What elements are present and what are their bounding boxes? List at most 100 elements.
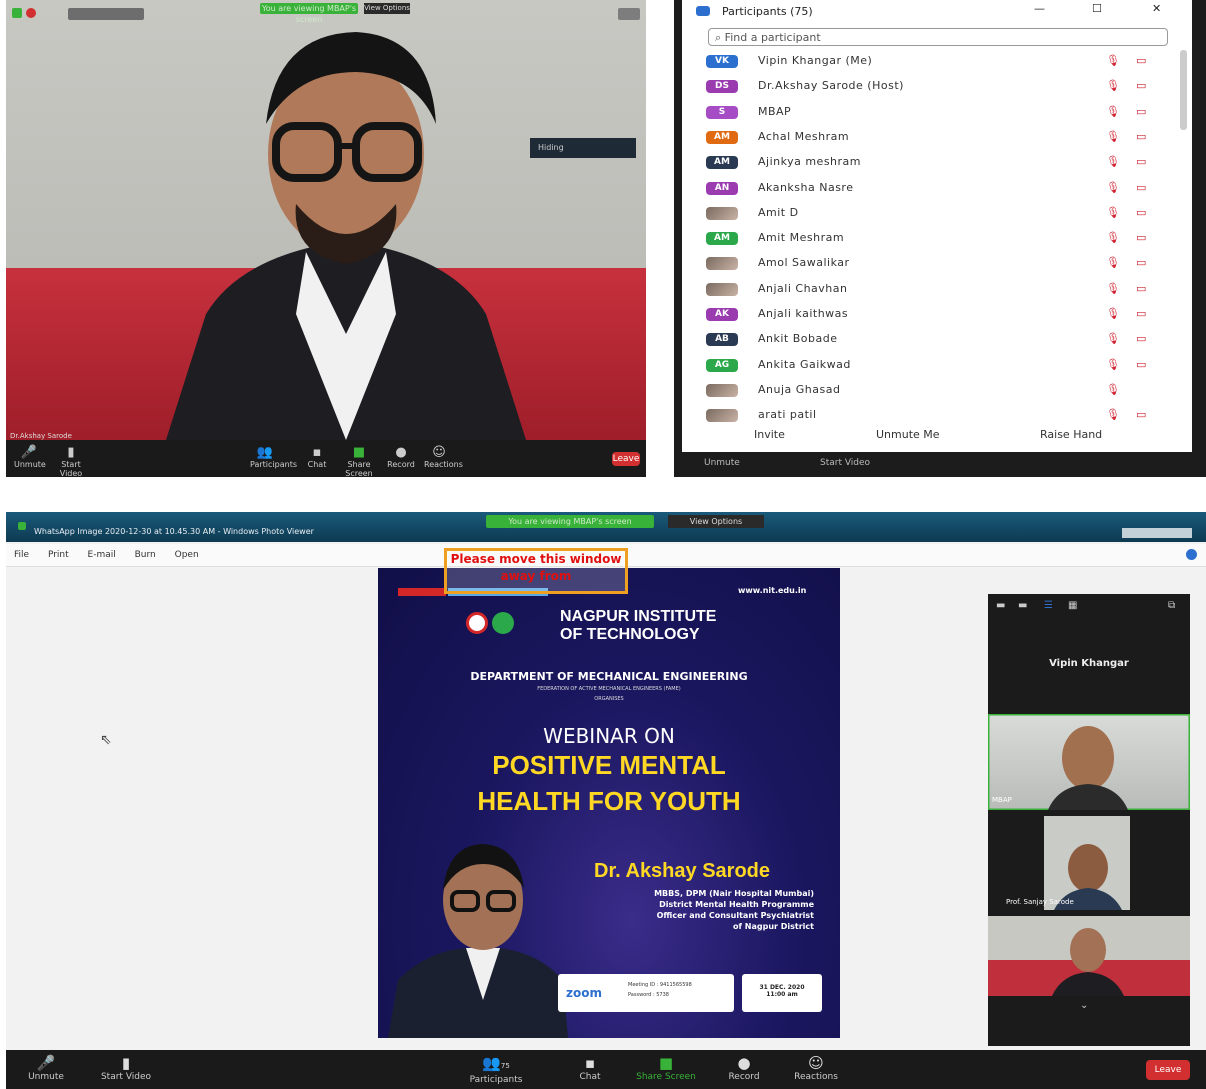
share-screen-button[interactable]: ■ Share Screen [634,1054,698,1086]
help-icon[interactable] [1186,549,1197,560]
participant-row[interactable]: AG Ankita Gaikwad 🎙 ▭ [706,354,1176,376]
participant-row[interactable]: VK Vipin Khangar (Me) 🎙 ▭ [706,50,1176,72]
poster-website: www.nit.edu.in [738,586,807,595]
video-name-tag: Dr.Akshay Sarode [10,432,72,440]
video-off-icon: ▭ [1136,104,1147,118]
participants-button[interactable]: 👥75 Participants [466,1054,526,1086]
hover-label: Hiding [530,138,636,158]
menu-print[interactable]: Print [48,550,69,560]
speaker-info-line: of Nagpur District [733,922,814,931]
reactions-button[interactable]: ☺ Reactions [790,1054,842,1086]
view-options-button[interactable]: View Options [668,515,764,528]
unmute-me-button[interactable]: Unmute Me [876,422,940,448]
gallery-minimize-icon[interactable]: ▬ [996,600,1005,611]
tile-person [1044,816,1130,910]
shield-icon [12,8,22,18]
raise-hand-button[interactable]: Raise Hand [1040,422,1102,448]
chevron-down-icon[interactable]: ⌄ [1080,1000,1088,1011]
muted-mic-icon: 🎙 [1106,256,1120,270]
record-button[interactable]: ● Record [724,1054,764,1086]
leave-button[interactable]: Leave [1146,1060,1190,1080]
participant-row[interactable]: AK Anjali kaithwas 🎙 ▭ [706,303,1176,325]
zoom-logo: zoom [566,986,602,1000]
leave-button[interactable]: Leave [612,452,640,466]
department-name: DEPARTMENT OF MECHANICAL ENGINEERING [470,670,748,683]
menu-email[interactable]: E-mail [88,550,116,560]
participant-avatar: AK [706,308,738,321]
emblem-logo [492,612,514,634]
search-input[interactable]: ⌕ Find a participant [708,28,1168,46]
video-off-icon: ▭ [1136,231,1147,245]
participant-row[interactable]: AB Ankit Bobade 🎙 ▭ [706,328,1176,350]
scrollbar[interactable] [1180,50,1187,130]
participant-row[interactable]: AM Achal Meshram 🎙 ▭ [706,126,1176,148]
webinar-poster: www.nit.edu.in NAGPUR INSTITUTE OF TECHN… [378,568,840,1038]
participant-row[interactable]: Anjali Chavhan 🎙 ▭ [706,278,1176,300]
invite-button[interactable]: Invite [754,422,785,448]
behind-unmute-label: Unmute [704,458,740,468]
speaker-info: MBBS, DPM (Nair Hospital Mumbai) Distric… [574,888,814,932]
reactions-button[interactable]: ☺ Reactions [424,445,463,472]
participants-footer: Invite Unmute Me Raise Hand [682,422,1192,452]
close-icon[interactable]: ✕ [1152,2,1161,15]
minimize-icon[interactable]: — [1034,2,1045,15]
gallery-popout-icon[interactable]: ⧉ [1168,600,1175,611]
participants-window-icon [696,6,710,16]
participant-name: Akanksha Nasre [758,180,854,194]
chat-button[interactable]: ▪ Chat [572,1054,608,1086]
record-dot-icon: ● [737,1054,751,1072]
view-options-button[interactable]: View Options [364,3,410,14]
muted-mic-icon: 🎙 [1106,180,1120,194]
start-video-button[interactable]: ▮ Start Video [56,446,86,478]
participant-name: Dr.Akshay Sarode (Host) [758,79,904,93]
tile-name-prof: Prof. Sanjay Sarode [1006,898,1074,906]
reactions-icon: ☺ [432,445,446,460]
participants-button[interactable]: 👥 Participants [250,446,297,472]
participant-avatar: AM [706,232,738,246]
video-tile-mbap[interactable]: MBAP [986,712,1192,812]
unmute-button[interactable]: 🎤 Unmute [26,1054,66,1086]
participant-row[interactable]: AN Akanksha Nasre 🎙 ▭ [706,177,1176,199]
viewing-banner: You are viewing MBAP's screen [260,3,358,24]
date-card: 31 DEC. 2020 11:00 am [742,974,822,1012]
participant-avatar [706,383,738,397]
unmute-button[interactable]: 🎤 Unmute [14,446,46,472]
speaker-info-line: MBBS, DPM (Nair Hospital Mumbai) [654,889,814,898]
participant-row[interactable]: Amol Sawalikar 🎙 ▭ [706,252,1176,274]
start-video-button[interactable]: ▮ Start Video [98,1054,154,1086]
menu-burn[interactable]: Burn [135,550,156,560]
share-screen-button[interactable]: ■ Share Screen [344,446,374,478]
topic-line1: POSITIVE MENTAL [492,750,726,780]
menu-file[interactable]: File [14,550,29,560]
muted-mic-icon: 🎙 [1106,129,1120,143]
viewing-banner: You are viewing MBAP's screen [486,515,654,528]
record-button[interactable]: ● Record [386,446,416,472]
window-controls[interactable] [1122,528,1192,538]
video-tile-prof[interactable]: Prof. Sanjay Sarode [988,816,1190,910]
chat-icon: ▪ [312,445,322,460]
speaker-info-line: District Mental Health Programme [659,900,814,909]
participant-row[interactable]: Amit D 🎙 ▭ [706,202,1176,224]
participant-avatar [706,282,738,296]
view-toggle-icon[interactable] [618,8,640,20]
participant-row[interactable]: AM Ajinkya meshram 🎙 ▭ [706,151,1176,173]
speaker-info-line: Officer and Consultant Psychiatrist [656,911,814,920]
participant-row[interactable]: DS Dr.Akshay Sarode (Host) 🎙 ▭ [706,75,1176,97]
webinar-date: 31 DEC. 2020 [759,984,805,991]
menu-open[interactable]: Open [175,550,199,560]
gallery-strip-icon[interactable]: ☰ [1044,600,1053,611]
video-off-icon: ▭ [1136,307,1147,320]
gallery-speaker-view-icon[interactable]: ▬ [1018,600,1027,611]
participant-name: Anuja Ghasad [758,382,841,396]
participant-name: Amit Meshram [758,231,845,245]
video-tile-host[interactable] [988,916,1190,996]
participant-row[interactable]: AM Amit Meshram 🎙 ▭ [706,227,1176,249]
gallery-grid-icon[interactable]: ▦ [1068,600,1077,611]
video-off-icon: ▭ [1136,155,1147,169]
participant-row[interactable]: Anuja Ghasad 🎙 [706,379,1176,401]
maximize-icon[interactable]: ☐ [1092,2,1102,15]
video-off-icon: ▭ [1136,256,1147,270]
chat-button[interactable]: ▪ Chat [302,446,332,472]
participant-name: Amit D [758,205,799,219]
participant-row[interactable]: S MBAP 🎙 ▭ [706,101,1176,123]
